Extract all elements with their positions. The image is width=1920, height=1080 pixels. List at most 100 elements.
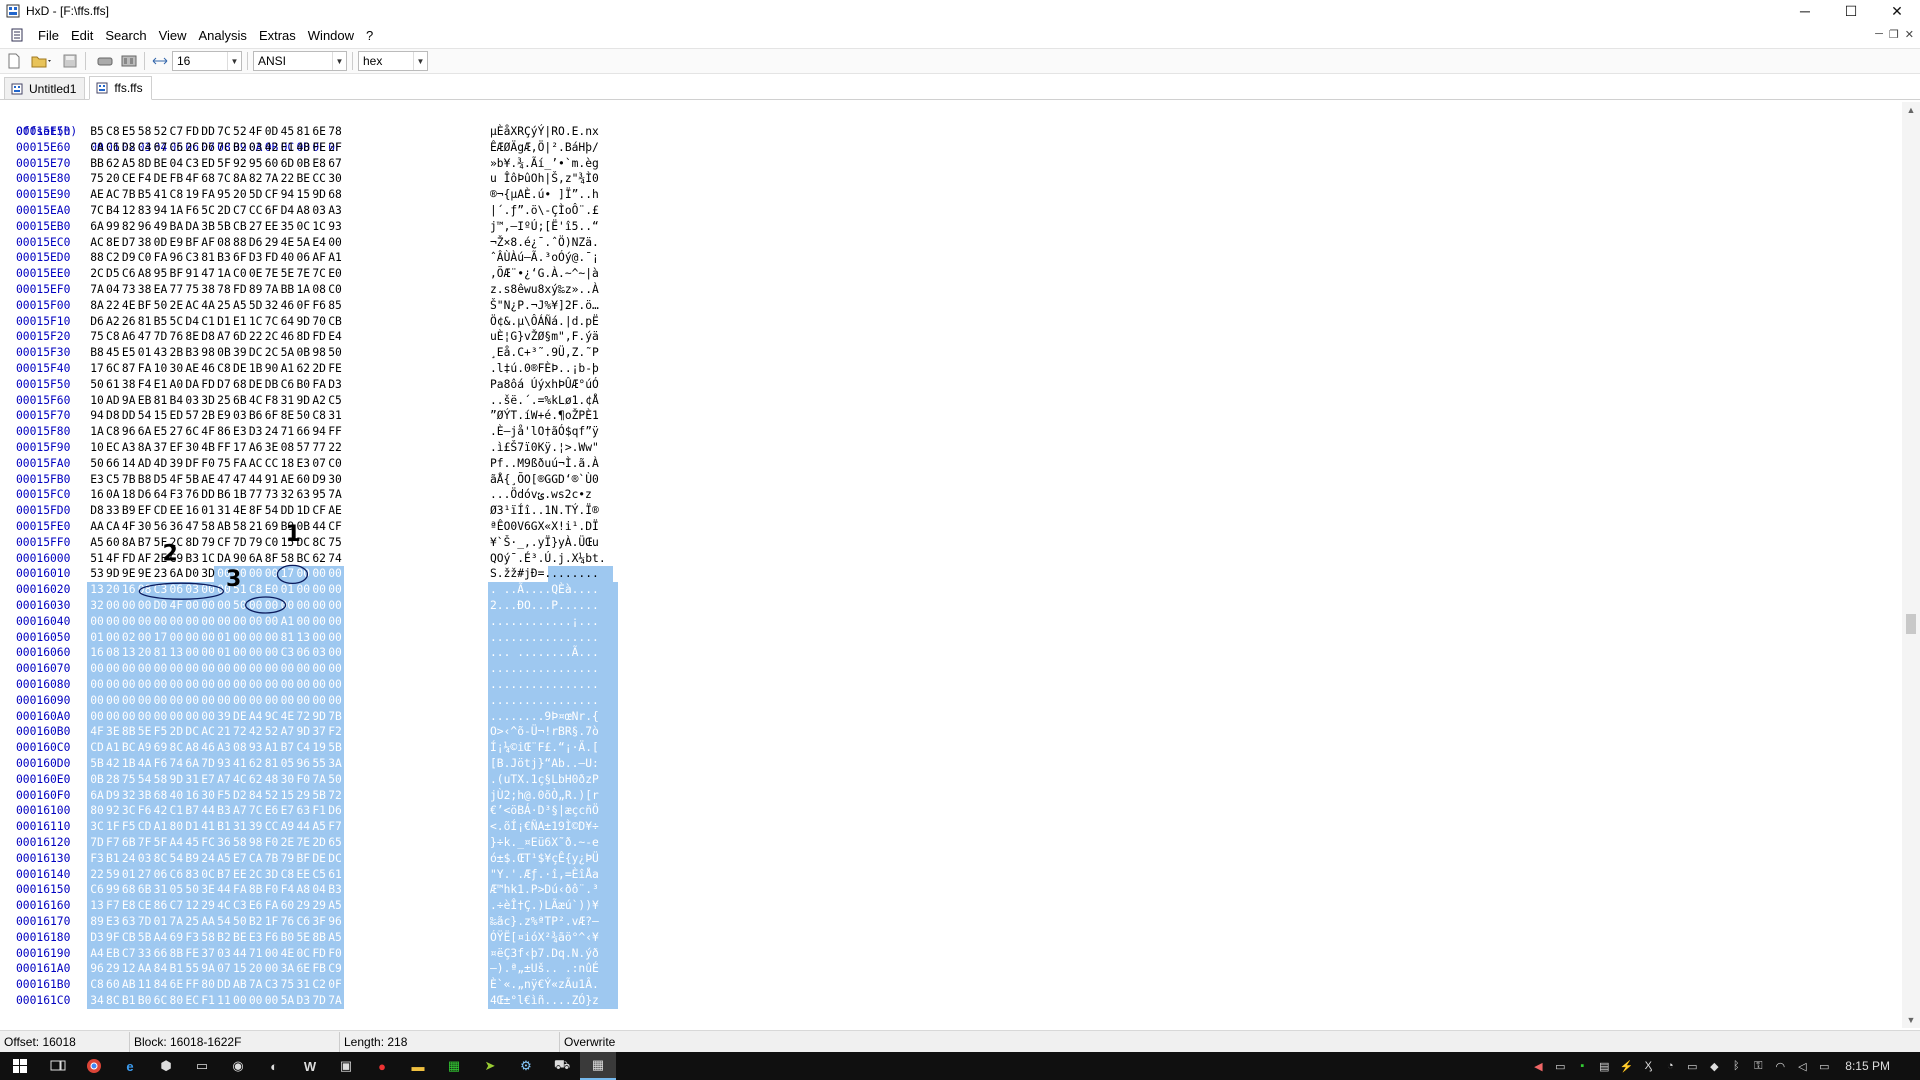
menu-bar: File Edit Search View Analysis Extras Wi…	[0, 24, 1920, 46]
open-file-button[interactable]	[28, 51, 56, 71]
annotation-number-3: 3	[226, 567, 241, 592]
system-tray: ◀ ▭ ▪ ▤ ⚡ Ӽ ◔ ▭ ◆ ᛒ ⚿ ◠ ◁ ▭ 8:15 PM	[1527, 1052, 1920, 1080]
menu-extras[interactable]: Extras	[253, 28, 302, 43]
app-taskbar-icon[interactable]: ⛟	[544, 1052, 580, 1080]
hxd-app-icon	[6, 4, 20, 18]
annotation-number-1: 1	[285, 522, 300, 547]
hxd-taskbar-icon[interactable]: ▦	[580, 1052, 616, 1080]
taskbar-clock[interactable]: 8:15 PM	[1835, 1059, 1920, 1073]
folder-open-icon	[31, 56, 51, 68]
mdi-minimize-button[interactable]: ─	[1875, 28, 1883, 41]
task-view-button[interactable]	[40, 1052, 76, 1080]
open-ram-button[interactable]	[119, 51, 139, 71]
wifi-icon[interactable]: ◠	[1769, 1052, 1791, 1080]
maximize-button[interactable]: ☐	[1828, 0, 1874, 22]
tray-icon[interactable]: ⚡	[1615, 1052, 1637, 1080]
tray-icon[interactable]: ▭	[1813, 1052, 1835, 1080]
toolbar-separator	[85, 52, 86, 70]
status-bar: Offset: 16018 Block: 16018-1622F Length:…	[0, 1030, 1920, 1052]
app-taskbar-icon[interactable]: ▦	[436, 1052, 472, 1080]
document-menu-icon[interactable]	[10, 28, 24, 42]
app-taskbar-icon[interactable]: ▣	[328, 1052, 364, 1080]
annotation-circle-1	[276, 564, 309, 585]
app-taskbar-icon[interactable]: ▭	[184, 1052, 220, 1080]
chevron-down-icon: ▼	[413, 52, 427, 70]
tab-untitled1[interactable]: Untitled1	[4, 77, 86, 99]
annotation-circle-3	[244, 596, 287, 614]
scroll-up-arrow[interactable]: ▲	[1902, 102, 1920, 118]
app-taskbar-icon[interactable]: ◐	[256, 1052, 292, 1080]
save-icon	[63, 54, 77, 68]
app-taskbar-icon[interactable]: ⚙	[508, 1052, 544, 1080]
tab-label: ffs.ffs	[114, 81, 143, 95]
hex-file-icon	[11, 83, 23, 94]
start-button[interactable]	[0, 1052, 40, 1080]
status-block: Block: 16018-1622F	[130, 1031, 340, 1052]
app-taskbar-icon[interactable]: ➤	[472, 1052, 508, 1080]
tab-label: Untitled1	[29, 81, 77, 96]
bytes-per-row-icon	[150, 51, 170, 71]
toolbar-separator	[144, 52, 145, 70]
menu-edit[interactable]: Edit	[65, 28, 99, 43]
menu-search[interactable]: Search	[99, 28, 152, 43]
handwritten-annotations: 1 2 3	[138, 522, 309, 614]
chrome-taskbar-icon[interactable]	[76, 1052, 112, 1080]
new-file-icon	[8, 53, 20, 69]
tray-icon[interactable]: ⚿	[1747, 1052, 1769, 1080]
offset-base-select[interactable]: hex ▼	[358, 51, 428, 71]
volume-icon[interactable]: ◁	[1791, 1052, 1813, 1080]
tray-icon[interactable]: ▪	[1571, 1052, 1593, 1080]
menu-analysis[interactable]: Analysis	[193, 28, 253, 43]
menu-window[interactable]: Window	[302, 28, 360, 43]
word-taskbar-icon[interactable]: W	[292, 1052, 328, 1080]
menu-help[interactable]: ?	[360, 28, 379, 43]
edge-taskbar-icon[interactable]: e	[112, 1052, 148, 1080]
taskbar: e ⬢ ▭ ◉ ◐ W ▣ ● ▬ ▦ ➤ ⚙ ⛟ ▦ ◀ ▭ ▪ ▤ ⚡ Ӽ …	[0, 1052, 1920, 1080]
bytes-per-row-select[interactable]: 16 ▼	[172, 51, 242, 71]
tray-icon[interactable]: ▭	[1681, 1052, 1703, 1080]
ram-icon	[121, 55, 137, 67]
window-title: HxD - [F:\ffs.ffs]	[26, 4, 109, 18]
windows-logo-icon	[13, 1059, 27, 1073]
toolbar-separator	[352, 52, 353, 70]
open-disk-button[interactable]	[95, 51, 115, 71]
status-length: Length: 218	[340, 1031, 560, 1052]
mdi-restore-button[interactable]: ❐	[1889, 28, 1899, 41]
mdi-close-button[interactable]: ✕	[1905, 28, 1914, 41]
chevron-down-icon: ▼	[227, 52, 241, 70]
shield-taskbar-icon[interactable]: ⬢	[148, 1052, 184, 1080]
tray-icon[interactable]: ◀	[1527, 1052, 1549, 1080]
file-explorer-taskbar-icon[interactable]: ▬	[400, 1052, 436, 1080]
annotation-circle-2	[138, 582, 225, 600]
title-bar: HxD - [F:\ffs.ffs] ─ ☐ ✕	[0, 0, 1920, 22]
charset-select[interactable]: ANSI ▼	[253, 51, 347, 71]
new-file-button[interactable]	[4, 51, 24, 71]
menu-file[interactable]: File	[32, 28, 65, 43]
app-taskbar-icon[interactable]: ●	[364, 1052, 400, 1080]
status-mode[interactable]: Overwrite	[560, 1032, 680, 1052]
scrollbar-thumb[interactable]	[1906, 614, 1916, 634]
hex-editor[interactable]: Offset(h) 00 01 02 03 04 05 06 07 08 09 0A 0B 0C 0D 0E…	[0, 104, 1902, 1028]
scroll-down-arrow[interactable]: ▼	[1902, 1012, 1920, 1028]
close-button[interactable]: ✕	[1874, 0, 1920, 22]
toolbar-separator	[247, 52, 248, 70]
tray-icon[interactable]: ◔	[1659, 1052, 1681, 1080]
charset-value: ANSI	[258, 54, 287, 68]
tray-icon[interactable]: ▭	[1549, 1052, 1571, 1080]
bluetooth-icon[interactable]: ᛒ	[1725, 1052, 1747, 1080]
offset-base-value: hex	[363, 54, 383, 68]
tray-icon[interactable]: ▤	[1593, 1052, 1615, 1080]
save-button[interactable]	[60, 51, 80, 71]
menu-view[interactable]: View	[153, 28, 193, 43]
steam-taskbar-icon[interactable]: ◉	[220, 1052, 256, 1080]
tray-icon[interactable]: ◆	[1703, 1052, 1725, 1080]
annotation-number-2: 2	[162, 542, 177, 567]
vertical-scrollbar[interactable]: ▲ ▼	[1902, 102, 1920, 1028]
task-view-icon	[50, 1060, 66, 1071]
tray-icon[interactable]: Ӽ	[1637, 1052, 1659, 1080]
status-offset: Offset: 16018	[0, 1031, 130, 1052]
tab-ffs[interactable]: ffs.ffs	[89, 76, 152, 100]
chevron-down-icon: ▼	[332, 52, 346, 70]
minimize-button[interactable]: ─	[1782, 0, 1828, 22]
toolbar: 16 ▼ ANSI ▼ hex ▼	[0, 48, 1920, 74]
